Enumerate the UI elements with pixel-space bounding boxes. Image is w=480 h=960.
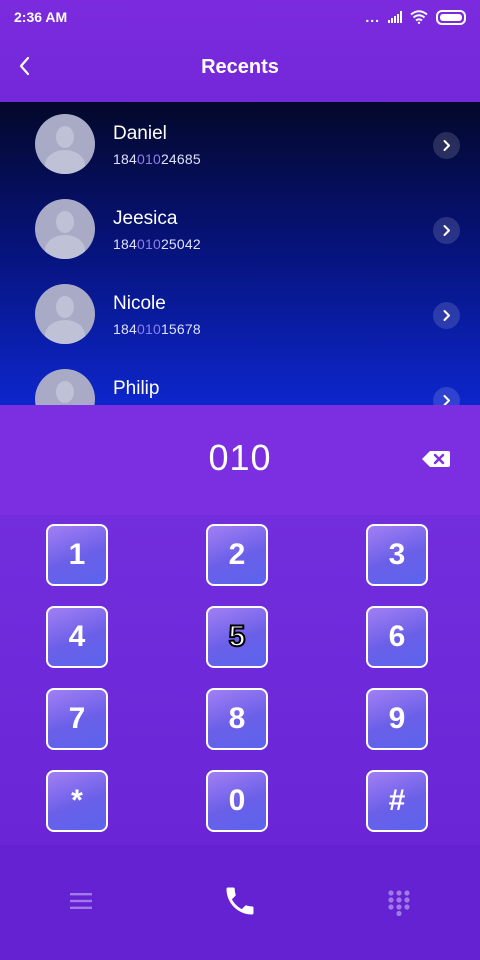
chevron-right-icon[interactable]	[433, 387, 460, 405]
recent-contact-row[interactable]: Jeesica 18401025042	[0, 187, 480, 272]
avatar	[35, 369, 95, 405]
key-2[interactable]: 2	[206, 524, 268, 586]
recent-contact-row[interactable]: Philip	[0, 357, 480, 405]
number-display: 010	[0, 405, 480, 515]
backspace-icon[interactable]	[421, 449, 451, 469]
chevron-right-icon[interactable]	[433, 217, 460, 244]
recent-contact-row[interactable]: Nicole 18401015678	[0, 272, 480, 357]
status-icons: ...	[365, 9, 466, 25]
entered-number: 010	[208, 437, 272, 478]
avatar	[35, 199, 95, 259]
key-0[interactable]: 0	[206, 770, 268, 832]
contact-number: 18401024685	[113, 151, 201, 167]
key-9[interactable]: 9	[366, 688, 428, 750]
contact-name: Jeesica	[113, 208, 178, 229]
keypad-icon[interactable]	[388, 890, 410, 916]
contact-number: 18401025042	[113, 236, 201, 252]
chevron-right-icon[interactable]	[433, 132, 460, 159]
key-5[interactable]: 5	[206, 606, 268, 668]
status-bar: 2:36 AM ...	[0, 0, 480, 34]
key-hash[interactable]: #	[366, 770, 428, 832]
key-3[interactable]: 3	[366, 524, 428, 586]
signal-icon	[388, 11, 402, 23]
battery-icon	[436, 9, 466, 25]
key-6[interactable]: 6	[366, 606, 428, 668]
recent-contact-row[interactable]: Daniel 18401024685	[0, 102, 480, 187]
title-bar: Recents	[0, 48, 480, 88]
contact-name: Daniel	[113, 123, 167, 144]
keypad: 1 2 3 4 5 6 7 8 9 * 0 #	[0, 515, 480, 845]
more-dots-icon: ...	[365, 9, 380, 25]
top-bar: 2:36 AM ... Recents	[0, 0, 480, 102]
key-7[interactable]: 7	[46, 688, 108, 750]
key-1[interactable]: 1	[46, 524, 108, 586]
contact-name: Philip	[113, 378, 160, 399]
phone-icon[interactable]	[222, 883, 258, 919]
contact-name: Nicole	[113, 293, 166, 314]
chevron-right-icon[interactable]	[433, 302, 460, 329]
key-star[interactable]: *	[46, 770, 108, 832]
menu-icon[interactable]	[70, 892, 92, 910]
recents-list[interactable]: Daniel 18401024685 Jeesica 18401025042 N…	[0, 102, 480, 405]
avatar	[35, 284, 95, 344]
bottom-nav	[0, 845, 480, 960]
contact-number: 18401015678	[113, 321, 201, 337]
key-4[interactable]: 4	[46, 606, 108, 668]
status-time: 2:36 AM	[14, 9, 68, 25]
wifi-icon	[410, 10, 428, 24]
page-title: Recents	[201, 56, 279, 78]
avatar	[35, 114, 95, 174]
key-8[interactable]: 8	[206, 688, 268, 750]
